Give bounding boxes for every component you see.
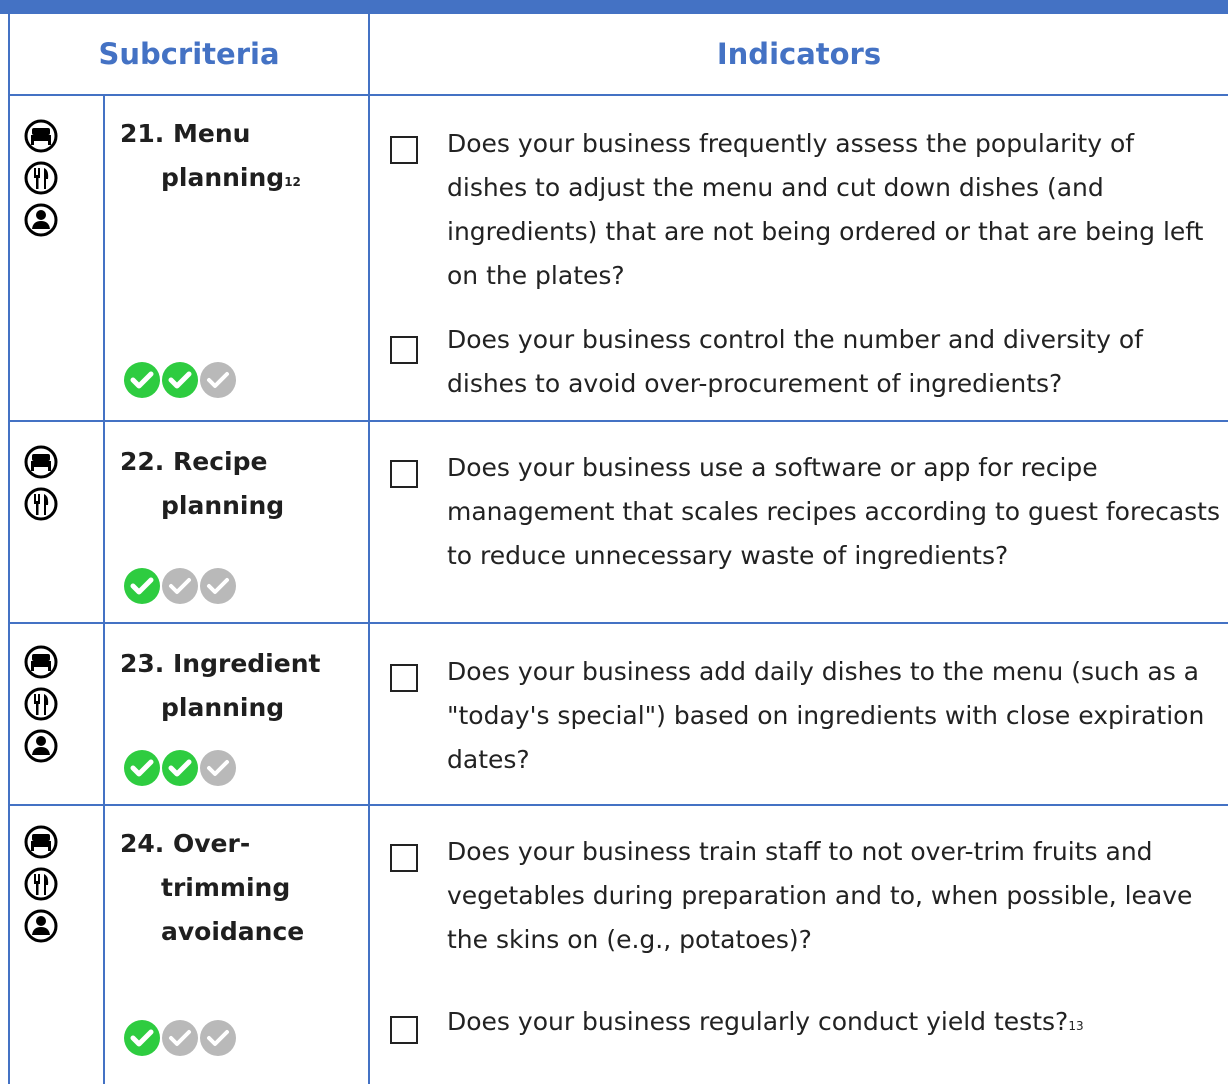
restaurant-cutlery-icon <box>24 687 58 721</box>
checkbox[interactable] <box>390 844 418 872</box>
restaurant-cutlery-icon <box>24 161 58 195</box>
check-empty-icon <box>200 750 236 786</box>
subcriterion-title-22: 22. Recipe planning <box>120 447 285 520</box>
indicator-24-1[interactable]: Does your business train staff to not ov… <box>390 830 1210 970</box>
checkbox[interactable] <box>390 460 418 488</box>
footnote-ref[interactable]: 13 <box>1068 1019 1083 1033</box>
subcriterion-title-21: 21. Menu planning12 <box>120 119 301 192</box>
header-bar <box>0 0 1228 14</box>
check-empty-icon <box>200 568 236 604</box>
indicator-text: Does your business add daily dishes to t… <box>447 657 1205 774</box>
row-21-icons <box>24 116 58 242</box>
person-icon <box>24 203 58 237</box>
hotel-bed-icon <box>24 825 58 859</box>
row-divider <box>8 622 1228 624</box>
indicator-24-2[interactable]: Does your business regularly conduct yie… <box>390 1000 1210 1060</box>
indicator-text: Does your business regularly conduct yie… <box>447 1007 1084 1036</box>
icon-column-divider <box>103 94 105 1084</box>
column-divider <box>368 14 370 1084</box>
restaurant-cutlery-icon <box>24 487 58 521</box>
checkbox[interactable] <box>390 136 418 164</box>
indicator-21-1[interactable]: Does your business frequently assess the… <box>390 122 1210 302</box>
hotel-bed-icon <box>24 645 58 679</box>
checkbox[interactable] <box>390 336 418 364</box>
row-divider <box>8 94 1228 96</box>
rating-22 <box>120 566 236 606</box>
checkbox[interactable] <box>390 1016 418 1044</box>
indicator-text: Does your business train staff to not ov… <box>447 837 1193 954</box>
check-empty-icon <box>200 1020 236 1056</box>
indicator-23-1[interactable]: Does your business add daily dishes to t… <box>390 650 1210 790</box>
subcriterion-title-24: 24. Over- trimming avoidance <box>120 829 305 946</box>
subcriterion-title-23: 23. Ingredient planning <box>120 649 321 722</box>
rating-23 <box>120 748 236 788</box>
indicator-text: Does your business control the number an… <box>447 325 1143 398</box>
hotel-bed-icon <box>24 119 58 153</box>
checkbox[interactable] <box>390 664 418 692</box>
row-24-icons <box>24 822 58 948</box>
indicator-text: Does your business use a software or app… <box>447 453 1220 570</box>
footnote-ref[interactable]: 12 <box>284 175 301 189</box>
rating-21 <box>120 360 236 400</box>
indicator-22-1[interactable]: Does your business use a software or app… <box>390 446 1220 586</box>
row-22-icons <box>24 442 58 526</box>
person-icon <box>24 729 58 763</box>
check-empty-icon <box>200 362 236 398</box>
row-divider <box>8 420 1228 422</box>
subcriteria-header: Subcriteria <box>98 37 280 71</box>
person-icon <box>24 909 58 943</box>
restaurant-cutlery-icon <box>24 867 58 901</box>
rating-24 <box>120 1018 236 1058</box>
table-border-left <box>8 14 10 1084</box>
row-23-icons <box>24 642 58 768</box>
hotel-bed-icon <box>24 445 58 479</box>
indicator-text: Does your business frequently assess the… <box>447 129 1204 290</box>
indicator-21-2[interactable]: Does your business control the number an… <box>390 318 1210 408</box>
row-divider <box>8 804 1228 806</box>
indicators-header: Indicators <box>716 37 882 71</box>
